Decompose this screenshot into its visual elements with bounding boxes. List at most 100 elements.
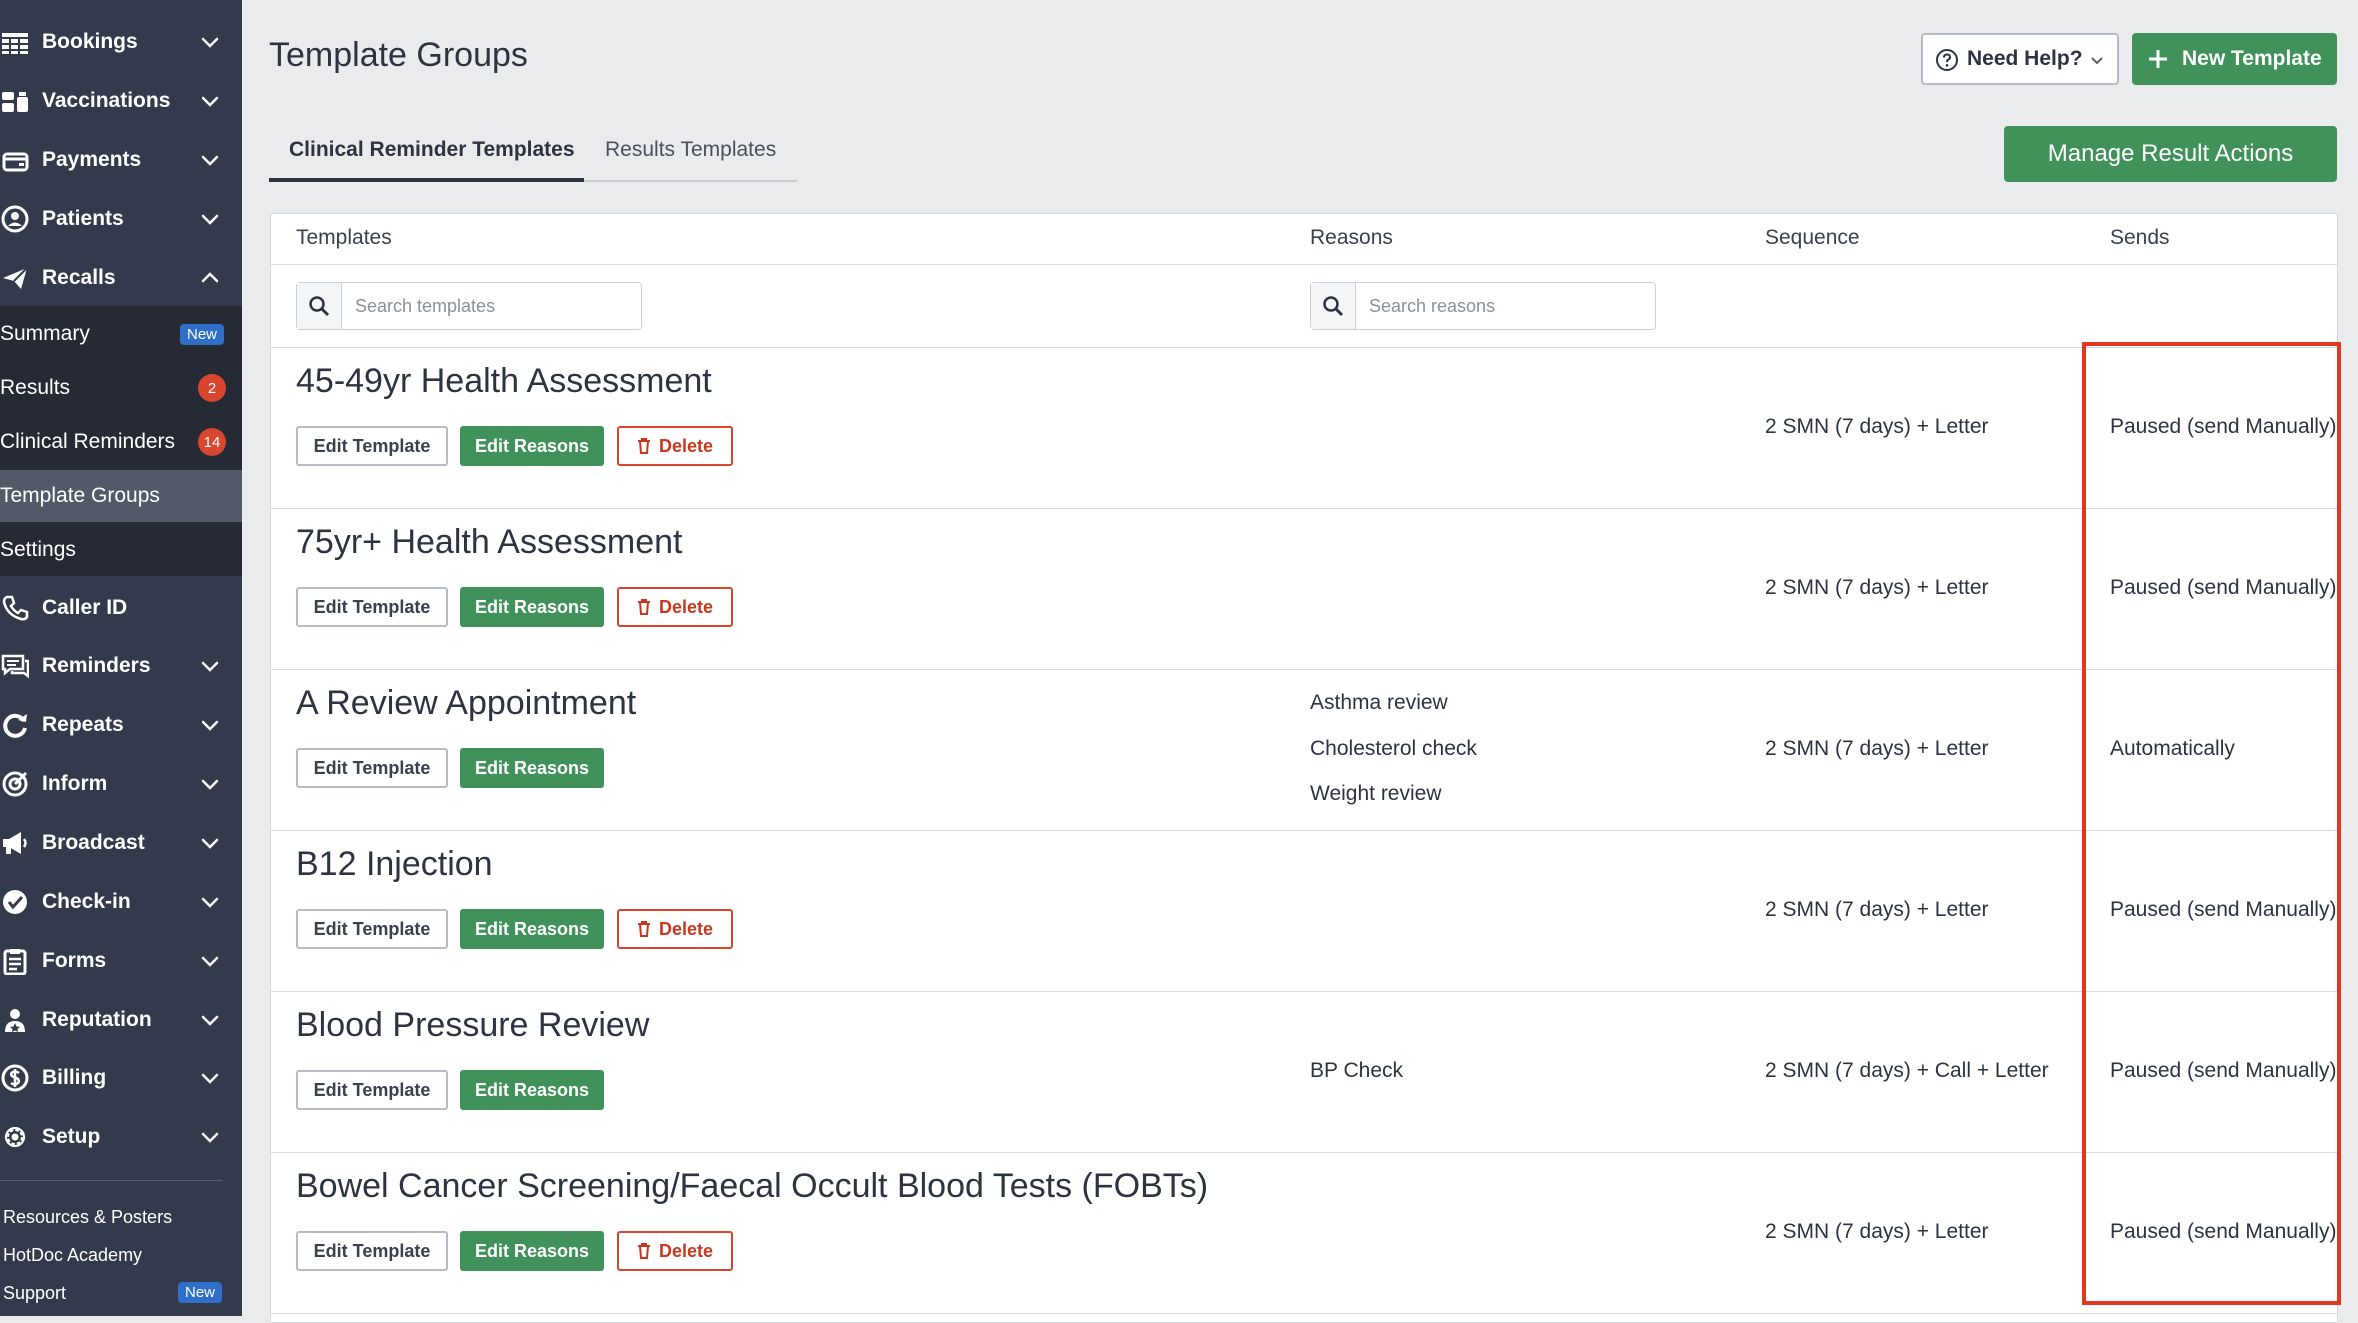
sidebar-item-patients[interactable]: Patients [0,194,242,244]
sidebar-item-reputation[interactable]: Reputation [0,995,242,1045]
edit-reasons-button[interactable]: Edit Reasons [460,1070,604,1110]
edit-reasons-button[interactable]: Edit Reasons [460,1231,604,1271]
sidebar-subitem-template-groups[interactable]: Template Groups [0,470,242,522]
page-title: Template Groups [269,36,528,74]
template-name: 75yr+ Health Assessment [296,523,683,561]
search-templates-input[interactable] [343,285,633,327]
table-icon [0,27,30,57]
sidebar-subitem-label: Results [0,376,71,399]
trash-icon [637,599,650,615]
edit-reasons-button[interactable]: Edit Reasons [460,426,604,466]
sidebar-item-check-in[interactable]: Check-in [0,877,242,927]
sidebar-item-vaccinations[interactable]: Vaccinations [0,76,242,126]
sidebar-item-label: Vaccinations [42,89,171,112]
divider [270,830,2338,831]
need-help-label: Need Help? [1967,47,2083,70]
vaccination-icon [0,86,30,116]
edit-reasons-button[interactable]: Edit Reasons [460,909,604,949]
trash-icon [637,1243,650,1259]
column-header-reasons: Reasons [1310,226,1393,249]
user-icon [0,204,30,234]
sidebar-subitem-results[interactable]: Results 2 [0,362,242,414]
sidebar-item-label: Forms [42,949,107,972]
need-help-button[interactable]: Need Help? [1921,33,2119,85]
check-circle-icon [0,887,30,917]
sidebar-item-inform[interactable]: Inform [0,759,242,809]
sidebar-item-billing[interactable]: Billing [0,1053,242,1103]
reason-item: BP Check [1310,1059,1403,1082]
chevron-down-icon [201,37,219,48]
tab-results-templates[interactable]: Results Templates [605,138,776,162]
search-reasons [1310,282,1656,330]
sidebar-subitem-clinical-reminders[interactable]: Clinical Reminders 14 [0,416,242,468]
sequence-cell: 2 SMN (7 days) + Letter [1765,737,1989,760]
chevron-down-icon [201,214,219,225]
sidebar-item-forms[interactable]: Forms [0,936,242,986]
edit-template-button[interactable]: Edit Template [296,426,448,466]
delete-label: Delete [658,435,714,456]
sidebar-item-reminders[interactable]: Reminders [0,641,242,691]
edit-template-button[interactable]: Edit Template [296,909,448,949]
delete-button[interactable]: Delete [617,587,733,627]
sends-column-highlight [2082,342,2341,1305]
hotdoc-academy-link[interactable]: HotDoc Academy [3,1245,142,1266]
edit-template-button[interactable]: Edit Template [296,748,448,788]
sidebar-item-label: Recalls [42,266,116,289]
divider [270,347,2338,348]
chevron-down-icon [201,1073,219,1084]
sequence-cell: 2 SMN (7 days) + Letter [1765,898,1989,921]
delete-label: Delete [658,596,714,617]
column-header-templates: Templates [296,226,392,249]
new-template-button[interactable]: New Template [2132,33,2337,85]
sidebar-item-bookings[interactable]: Bookings [0,17,242,67]
reason-item: Weight review [1310,782,1442,805]
sidebar-item-label: Repeats [42,713,124,736]
chevron-up-icon [201,272,219,283]
sidebar-item-label: Reminders [42,654,151,677]
sidebar-subitem-summary[interactable]: Summary New [0,308,242,360]
chevron-down-icon [201,1015,219,1026]
delete-label: Delete [658,918,714,939]
sidebar-subitem-label: Settings [0,538,76,561]
manage-result-actions-button[interactable]: Manage Result Actions [2004,126,2337,182]
sidebar-item-setup[interactable]: Setup [0,1112,242,1162]
sidebar-item-label: Caller ID [42,596,128,619]
recalls-submenu: Summary New Results 2 Clinical Reminders… [0,306,242,576]
template-name: Blood Pressure Review [296,1006,650,1044]
sequence-cell: 2 SMN (7 days) + Call + Letter [1765,1059,2049,1082]
sidebar-item-caller-id[interactable]: Caller ID [0,583,242,633]
delete-button[interactable]: Delete [617,909,733,949]
tab-clinical-reminder-templates[interactable]: Clinical Reminder Templates [289,138,575,162]
chat-icon [0,651,30,681]
delete-button[interactable]: Delete [617,1231,733,1271]
support-link[interactable]: Support [3,1283,66,1304]
delete-button[interactable]: Delete [617,426,733,466]
dollar-icon [0,1063,30,1093]
sidebar-item-label: Inform [42,772,108,795]
divider [270,991,2338,992]
search-reasons-input[interactable] [1357,285,1647,327]
sequence-cell: 2 SMN (7 days) + Letter [1765,576,1989,599]
resources-posters-link[interactable]: Resources & Posters [3,1207,172,1228]
search-templates [296,282,642,330]
column-header-sends: Sends [2110,226,2170,249]
chevron-down-icon [201,661,219,672]
sidebar-item-repeats[interactable]: Repeats [0,700,242,750]
chevron-down-icon [201,720,219,731]
divider [270,264,2338,265]
sidebar-item-recalls[interactable]: Recalls [0,253,242,303]
reason-item: Asthma review [1310,691,1448,714]
sidebar-item-label: Payments [42,148,142,171]
new-template-label: New Template [2182,47,2322,70]
sidebar-item-label: Setup [42,1125,101,1148]
edit-reasons-button[interactable]: Edit Reasons [460,587,604,627]
edit-reasons-button[interactable]: Edit Reasons [460,748,604,788]
sidebar-subitem-settings[interactable]: Settings [0,524,242,576]
edit-template-button[interactable]: Edit Template [296,1231,448,1271]
edit-template-button[interactable]: Edit Template [296,587,448,627]
chevron-down-icon [201,155,219,166]
tab-baseline [584,180,797,182]
sidebar-item-broadcast[interactable]: Broadcast [0,818,242,868]
edit-template-button[interactable]: Edit Template [296,1070,448,1110]
sidebar-item-payments[interactable]: Payments [0,135,242,185]
